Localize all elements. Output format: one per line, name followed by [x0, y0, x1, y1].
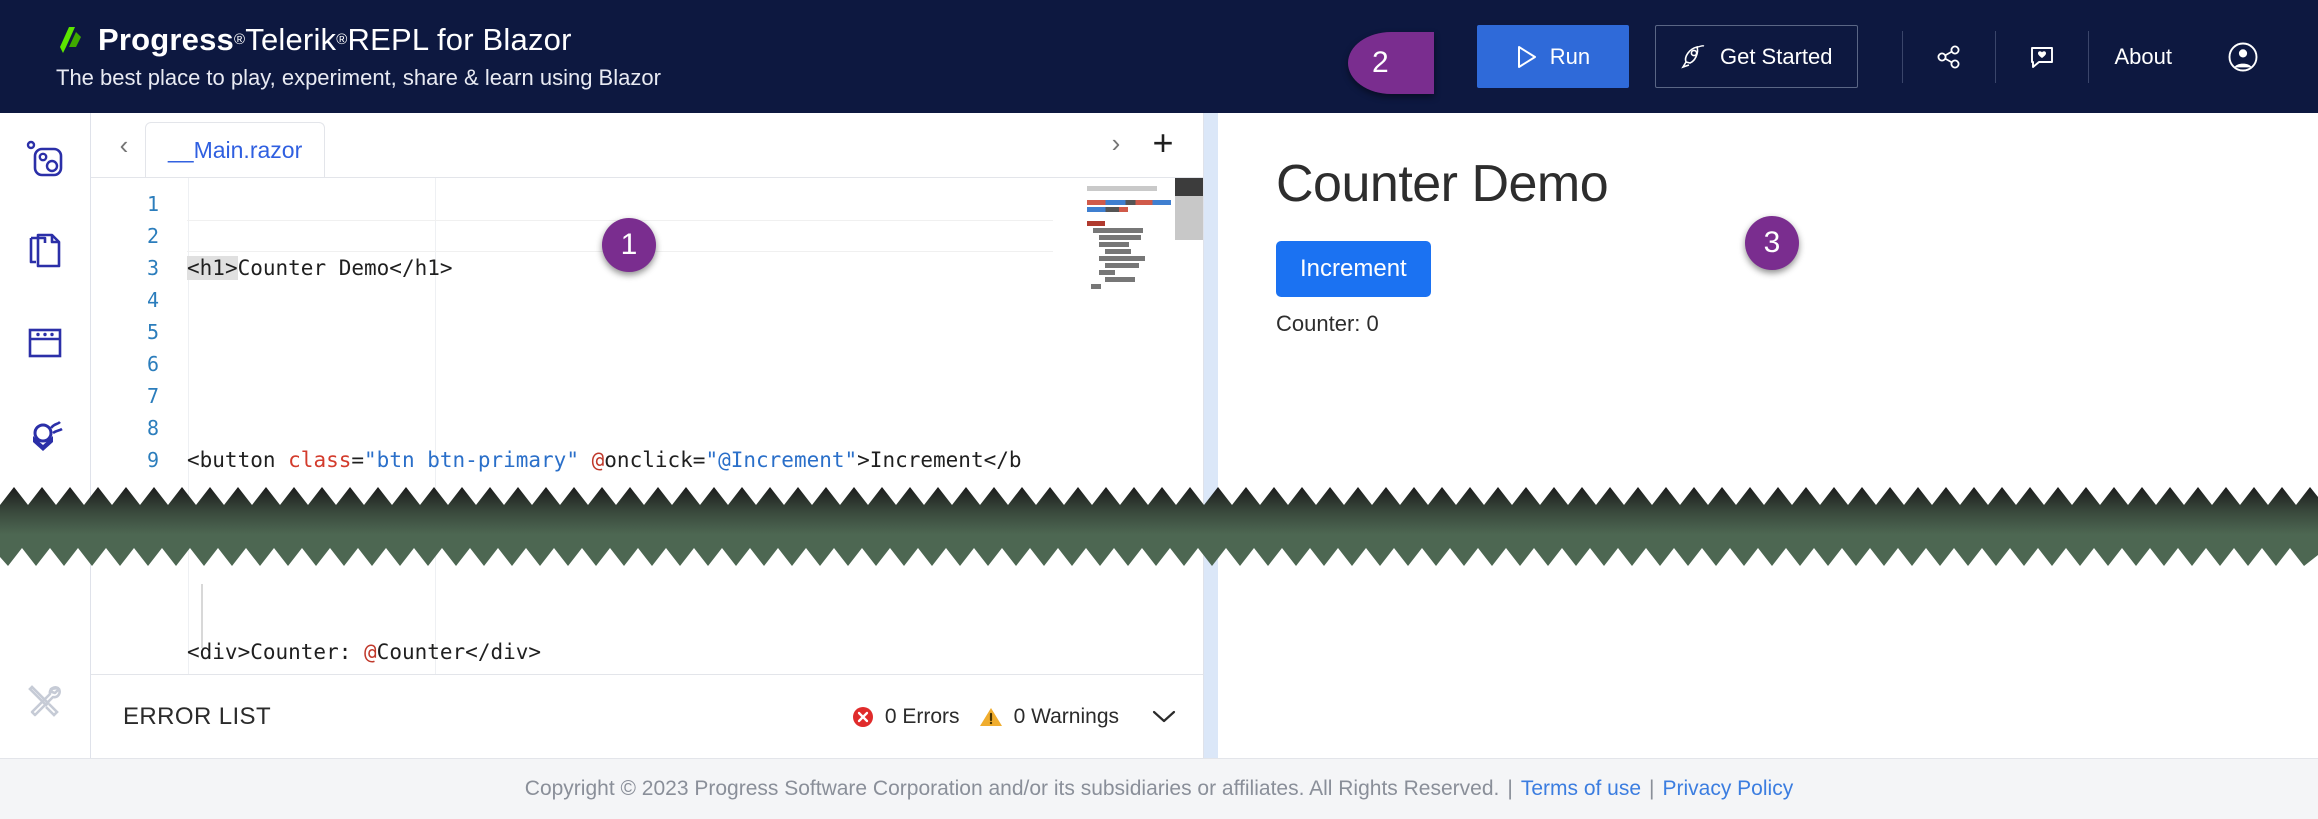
- preview-pane: Counter Demo Increment Counter: 0: [1204, 113, 2318, 758]
- left-sidebar: [0, 113, 91, 758]
- preview-content: Counter Demo Increment Counter: 0: [1276, 113, 2318, 758]
- user-account-icon: [2228, 42, 2258, 71]
- code-line-5: <div>Counter: @Counter</div>: [187, 640, 542, 664]
- error-count-label: 0 Errors: [884, 704, 960, 728]
- sidebar-item-files[interactable]: [0, 205, 91, 297]
- line-number: 7: [146, 384, 159, 408]
- editor-scrollbar-top-cap: [1175, 178, 1203, 196]
- run-button-label: Run: [1549, 43, 1591, 69]
- feedback-chat-icon: [2030, 46, 2053, 68]
- play-triangle-icon: [1517, 45, 1536, 68]
- increment-button[interactable]: Increment: [1276, 241, 1431, 297]
- error-list-counts: 0 Errors 0 Warnings: [851, 703, 1177, 731]
- line-number: 5: [146, 320, 159, 344]
- brand-reg-2: ®: [336, 31, 348, 48]
- nuget-package-icon: [33, 421, 63, 451]
- tab-next-button[interactable]: ›: [1095, 111, 1137, 175]
- preview-pane-edge: [1204, 113, 1218, 758]
- rocket-icon: [1681, 44, 1705, 68]
- brand-block: Progress ® Telerik ® REPL for Blazor The be…: [0, 20, 1300, 93]
- get-started-label: Get Started: [1719, 43, 1833, 69]
- line-number: 1: [146, 192, 159, 216]
- progress-logo-icon: [60, 27, 81, 53]
- editor-tabstrip: ‹ __Main.razor › +: [91, 113, 1203, 178]
- indent-guide: [201, 584, 203, 648]
- feedback-button[interactable]: [1996, 25, 2088, 88]
- share-icon: [1937, 45, 1959, 68]
- account-button[interactable]: [2198, 25, 2288, 88]
- annotation-badge-3: 3: [1745, 216, 1799, 270]
- brand-tagline: The best place to play, experiment, shar…: [56, 65, 661, 90]
- run-button[interactable]: Run: [1476, 25, 1629, 88]
- editor-scrollbar-track[interactable]: [1175, 178, 1203, 674]
- footer-copyright: Copyright © 2023 Progress Software Corpo…: [524, 777, 1500, 800]
- brand-rest: REPL for Blazor: [347, 22, 572, 57]
- brand-reg-1: ®: [234, 31, 246, 48]
- blazor-snippet-icon: [26, 140, 63, 177]
- share-button[interactable]: [1903, 25, 1995, 88]
- annotation-badge-1: 1: [602, 218, 656, 272]
- add-tab-button[interactable]: +: [1137, 113, 1189, 173]
- footer-separator-2: |: [1649, 777, 1655, 800]
- chevron-down-icon: [1152, 710, 1176, 722]
- sidebar-item-preview[interactable]: [0, 297, 91, 389]
- code-line-3: <button class="btn btn-primary" @onclick…: [187, 448, 1022, 472]
- warning-count-chip[interactable]: 0 Warnings: [978, 705, 1119, 729]
- header-actions: Run Get Started About: [1476, 0, 2318, 113]
- brand-title: Progress ® Telerik ® REPL for Blazor: [56, 20, 1300, 60]
- get-started-button[interactable]: Get Started: [1654, 25, 1858, 88]
- annotation-badge-2-number: 2: [1372, 46, 1389, 79]
- line-number: 4: [146, 288, 159, 312]
- brand-progress: Progress: [98, 22, 234, 57]
- editor-tab-main-razor[interactable]: __Main.razor: [145, 122, 326, 177]
- torn-elision-band: [0, 487, 2318, 566]
- editor-tab-list: __Main.razor: [145, 113, 326, 177]
- app-footer: Copyright © 2023 Progress Software Corpo…: [0, 758, 2318, 819]
- sidebar-item-packages[interactable]: [0, 389, 91, 481]
- error-circle-icon: [852, 706, 873, 727]
- terms-of-use-link[interactable]: Terms of use: [1521, 777, 1641, 801]
- counter-value-text: Counter: 0: [1276, 311, 1379, 336]
- app-header: Progress ® Telerik ® REPL for Blazor The be…: [0, 0, 2318, 113]
- tools-settings-icon: [28, 685, 61, 717]
- line-number: 3: [146, 256, 159, 280]
- tab-prev-button[interactable]: ‹: [103, 113, 145, 177]
- line-number: 9: [146, 448, 159, 472]
- line-number: 6: [146, 352, 159, 376]
- footer-separator-1: |: [1507, 777, 1513, 800]
- code-minimap[interactable]: [1083, 178, 1175, 674]
- tabstrip-right-controls: › +: [1095, 111, 1189, 175]
- editor-pane: ‹ __Main.razor › + 1 2 3 4 5 6 7 8 9 <h1…: [91, 113, 1204, 758]
- brand-telerik: Telerik: [245, 22, 337, 57]
- warning-triangle-icon: [979, 707, 1002, 726]
- copy-files-icon: [29, 233, 61, 268]
- error-list-collapse-button[interactable]: [1151, 703, 1177, 731]
- sidebar-item-settings[interactable]: [0, 656, 91, 748]
- error-list-title: ERROR LIST: [123, 702, 272, 730]
- browser-window-icon: [28, 328, 62, 358]
- editor-tab-label: __Main.razor: [168, 136, 303, 163]
- error-list-bar: ERROR LIST 0 Errors 0 Warnings: [91, 674, 1203, 758]
- annotation-badge-2: 2: [1348, 32, 1434, 94]
- sidebar-item-snippets[interactable]: [0, 113, 91, 205]
- line-number: 8: [146, 416, 159, 440]
- preview-heading: Counter Demo: [1276, 155, 1609, 213]
- privacy-policy-link[interactable]: Privacy Policy: [1663, 777, 1794, 801]
- annotation-badge-2-pointer: [1400, 32, 1434, 94]
- warning-count-label: 0 Warnings: [1013, 704, 1119, 728]
- torn-band-shape: [0, 487, 2318, 566]
- about-link[interactable]: About: [2089, 25, 2199, 88]
- line-number-gutter: 1 2 3 4 5 6 7 8 9: [91, 178, 173, 674]
- error-count-chip[interactable]: 0 Errors: [851, 705, 960, 729]
- line-number: 2: [146, 224, 159, 248]
